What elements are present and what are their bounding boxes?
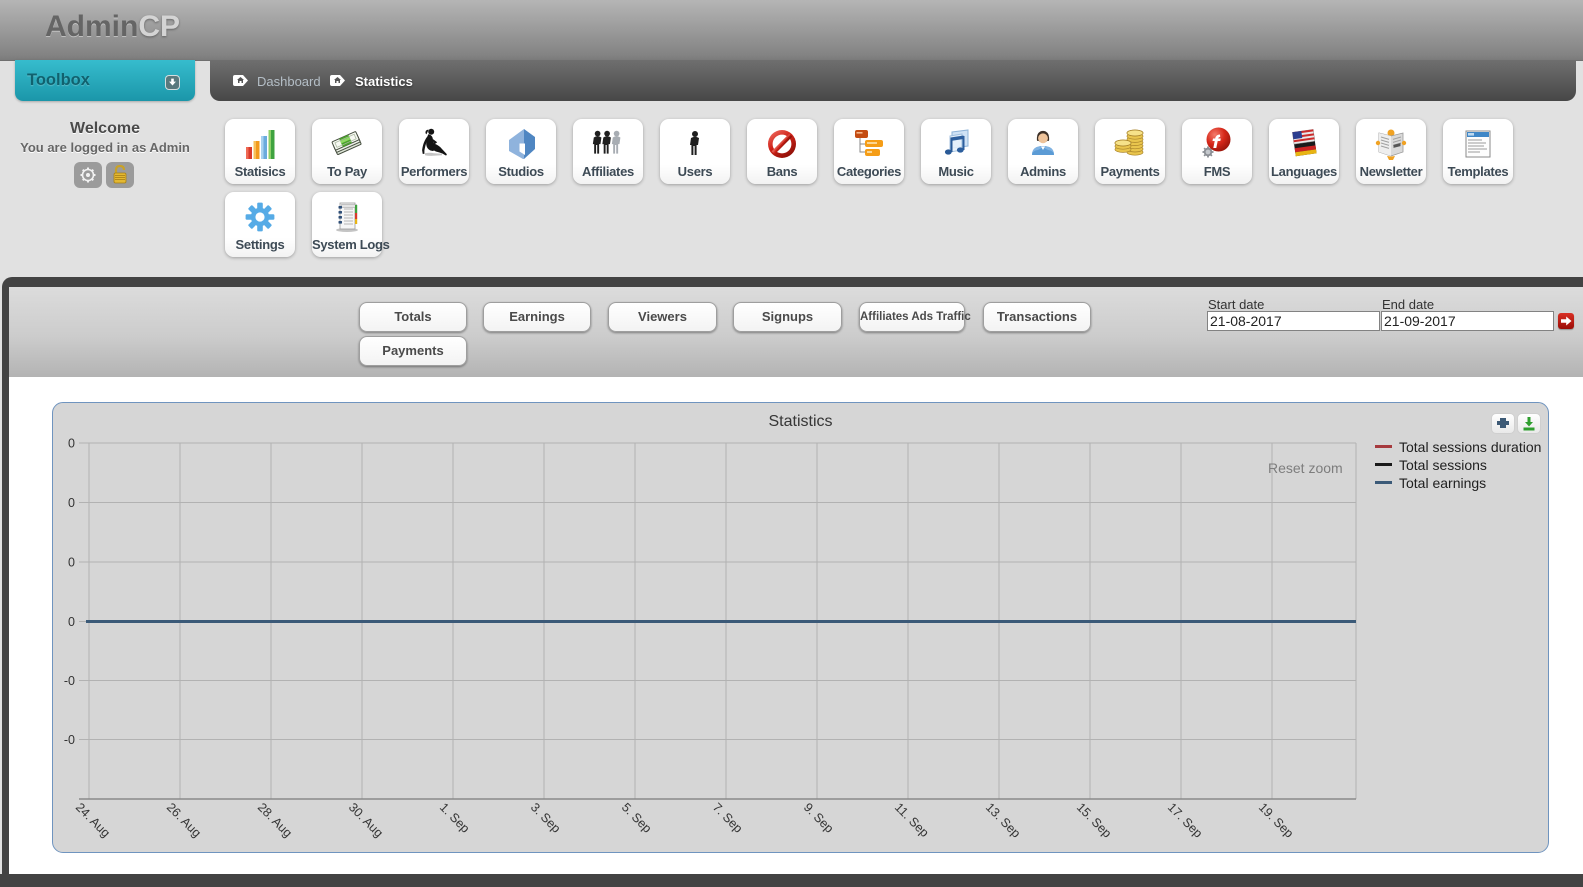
svg-text:-0: -0 [64,674,75,688]
svg-text:0: 0 [68,556,75,570]
svg-text:19. Sep: 19. Sep [1256,800,1296,840]
svg-text:0: 0 [68,615,75,629]
svg-text:28. Aug: 28. Aug [255,800,295,840]
svg-text:15. Sep: 15. Sep [1074,800,1114,840]
svg-text:24. Aug: 24. Aug [73,800,113,840]
svg-text:17. Sep: 17. Sep [1165,800,1205,840]
svg-text:0: 0 [68,437,75,451]
svg-text:1. Sep: 1. Sep [437,800,472,835]
svg-text:26. Aug: 26. Aug [164,800,204,840]
svg-text:0: 0 [68,496,75,510]
svg-text:11. Sep: 11. Sep [892,800,932,840]
svg-text:13. Sep: 13. Sep [983,800,1023,840]
svg-text:-0: -0 [64,733,75,747]
svg-text:9. Sep: 9. Sep [801,800,836,835]
svg-text:30. Aug: 30. Aug [346,800,386,840]
svg-text:7. Sep: 7. Sep [710,800,745,835]
svg-text:3. Sep: 3. Sep [528,800,563,835]
svg-text:5. Sep: 5. Sep [619,800,654,835]
